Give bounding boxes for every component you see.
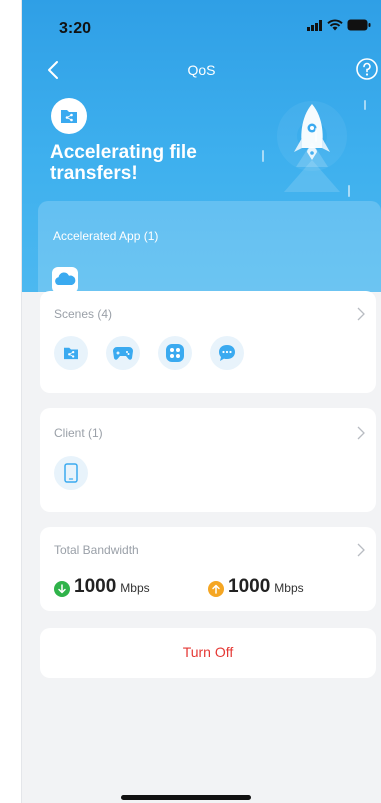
gamepad-icon — [113, 347, 133, 360]
scene-file-share[interactable] — [54, 336, 88, 370]
chevron-right-icon[interactable] — [356, 543, 366, 557]
hero-headline-line2: transfers! — [50, 163, 138, 184]
status-time: 3:20 — [59, 20, 92, 37]
turn-off-card[interactable]: Turn Off — [40, 628, 376, 678]
scene-gaming[interactable] — [106, 336, 140, 370]
help-icon[interactable] — [355, 57, 379, 81]
phone-icon — [64, 463, 78, 483]
battery-icon — [347, 19, 371, 31]
wifi-icon — [327, 19, 343, 31]
page-title: QoS — [187, 62, 216, 78]
scenes-card[interactable]: Scenes (4) — [40, 291, 376, 393]
bandwidth-card[interactable]: Total Bandwidth — [40, 527, 376, 611]
hero-headline-line1: Accelerating file — [50, 142, 197, 163]
status-bar: 3:20 — [22, 0, 381, 52]
bandwidth-label: Total Bandwidth — [54, 543, 139, 557]
app-screen: 3:20 QoS Accelerating file transfers! Ac… — [22, 0, 381, 803]
file-share-badge — [51, 98, 87, 134]
client-device[interactable] — [54, 456, 88, 490]
client-card[interactable]: Client (1) — [40, 408, 376, 512]
status-icons — [307, 19, 371, 31]
turn-off-button[interactable]: Turn Off — [40, 644, 376, 660]
rocket-illustration — [277, 101, 347, 192]
signal-icon — [307, 19, 322, 31]
download-unit: Mbps — [120, 581, 150, 595]
file-share-icon — [64, 347, 78, 360]
accelerated-app-card[interactable]: Accelerated App (1) — [38, 201, 381, 293]
accelerated-app-label: Accelerated App (1) — [53, 229, 159, 243]
scene-chat[interactable] — [210, 336, 244, 370]
upload-arrow-icon — [208, 581, 224, 597]
hero-banner: 3:20 QoS Accelerating file transfers! Ac… — [22, 0, 381, 293]
client-label: Client (1) — [54, 426, 103, 440]
download-arrow-icon — [54, 581, 70, 597]
apps-grid-icon — [166, 344, 184, 362]
file-share-icon — [61, 110, 77, 123]
scene-apps[interactable] — [158, 336, 192, 370]
hero-headline: Accelerating file transfers! — [50, 142, 197, 184]
speed-streak — [364, 100, 366, 110]
speed-streak — [262, 150, 264, 162]
chevron-right-icon[interactable] — [356, 307, 366, 321]
scenes-label: Scenes (4) — [54, 307, 113, 321]
home-indicator[interactable] — [121, 795, 251, 800]
cloud-icon — [55, 272, 76, 285]
speed-streak — [348, 185, 350, 197]
chevron-right-icon[interactable] — [356, 426, 366, 440]
upload-bandwidth: 1000 Mbps — [208, 576, 304, 598]
accelerated-app-tile[interactable] — [52, 267, 78, 293]
download-value: 1000 — [74, 576, 117, 597]
chat-bubble-icon — [219, 345, 235, 361]
speed-streak — [315, 128, 317, 142]
upload-unit: Mbps — [274, 581, 304, 595]
download-bandwidth: 1000 Mbps — [54, 576, 150, 598]
upload-value: 1000 — [228, 576, 271, 597]
